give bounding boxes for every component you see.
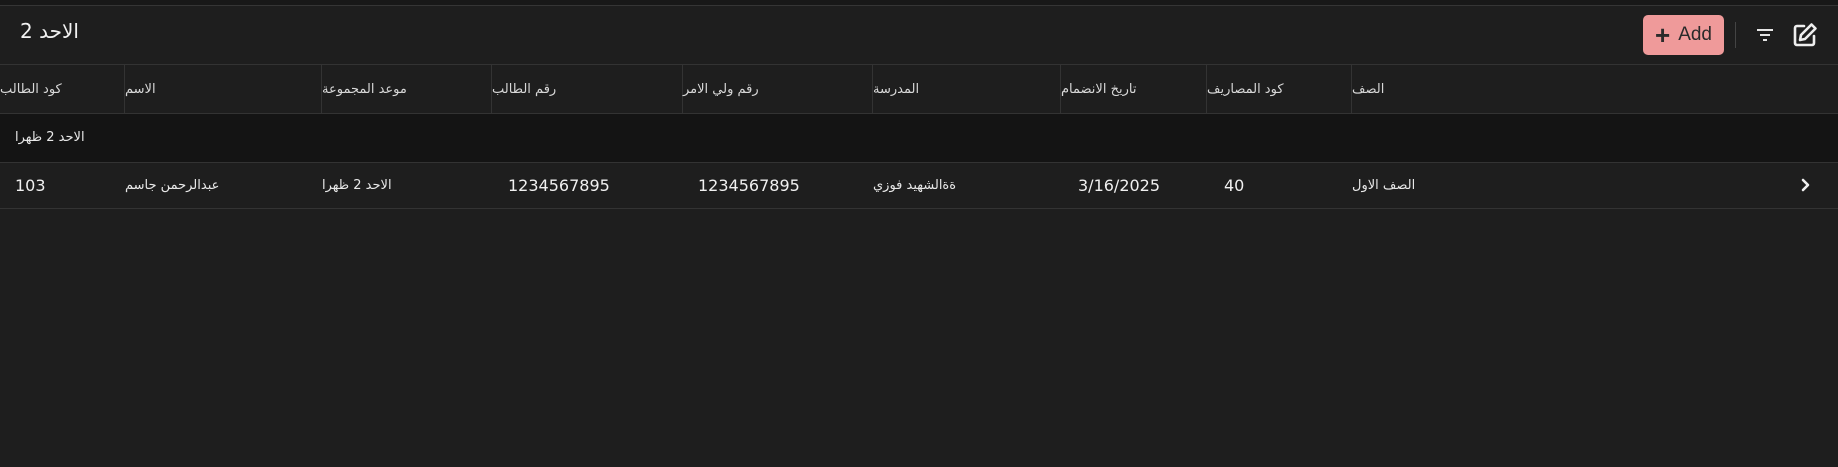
- column-header-student-code[interactable]: كود الطالب: [0, 65, 125, 113]
- add-button[interactable]: + Add: [1643, 15, 1724, 55]
- page-title: الاحد 2: [20, 19, 79, 43]
- column-header-group-time[interactable]: موعد المجموعة: [322, 65, 492, 113]
- column-header-school[interactable]: المدرسة: [873, 65, 1061, 113]
- cell-guardian-phone: 1234567895: [698, 176, 800, 195]
- column-header-grade[interactable]: الصف: [1352, 65, 1432, 113]
- cell-group-time: الاحد 2 ظهرا: [322, 178, 392, 193]
- cell-name: عبدالرحمن جاسم: [125, 178, 220, 193]
- chevron-right-icon[interactable]: [1794, 173, 1818, 197]
- column-headers: كود الطالب الاسم موعد المجموعة رقم الطال…: [0, 65, 1838, 114]
- edit-icon[interactable]: [1790, 20, 1820, 50]
- cell-student-code: 103: [15, 176, 46, 195]
- column-header-fees-code[interactable]: كود المصاريف: [1207, 65, 1352, 113]
- cell-fees-code: 40: [1224, 176, 1245, 195]
- column-header-guardian-phone[interactable]: رقم ولي الامر: [683, 65, 873, 113]
- toolbar: + Add: [1643, 14, 1820, 56]
- table-empty-area: [0, 209, 1838, 467]
- cell-grade: الصف الاول: [1352, 178, 1416, 193]
- column-header-name[interactable]: الاسم: [125, 65, 322, 113]
- group-label: الاحد 2 ظهرا: [15, 130, 85, 145]
- cell-join-date: 3/16/2025: [1078, 176, 1161, 195]
- table-row[interactable]: 103 عبدالرحمن جاسم الاحد 2 ظهرا 12345678…: [0, 163, 1838, 209]
- add-button-label: Add: [1678, 24, 1712, 45]
- group-row[interactable]: الاحد 2 ظهرا: [0, 114, 1838, 163]
- filter-icon[interactable]: [1750, 20, 1780, 50]
- table-header-bar: الاحد 2 + Add: [0, 6, 1838, 65]
- plus-icon: +: [1655, 20, 1671, 50]
- column-header-student-phone[interactable]: رقم الطالب: [492, 65, 683, 113]
- toolbar-divider: [1735, 22, 1736, 48]
- column-header-join-date[interactable]: تاريخ الانضمام: [1061, 65, 1207, 113]
- cell-school: ةةالشهيد فوزي: [873, 178, 957, 193]
- cell-student-phone: 1234567895: [508, 176, 610, 195]
